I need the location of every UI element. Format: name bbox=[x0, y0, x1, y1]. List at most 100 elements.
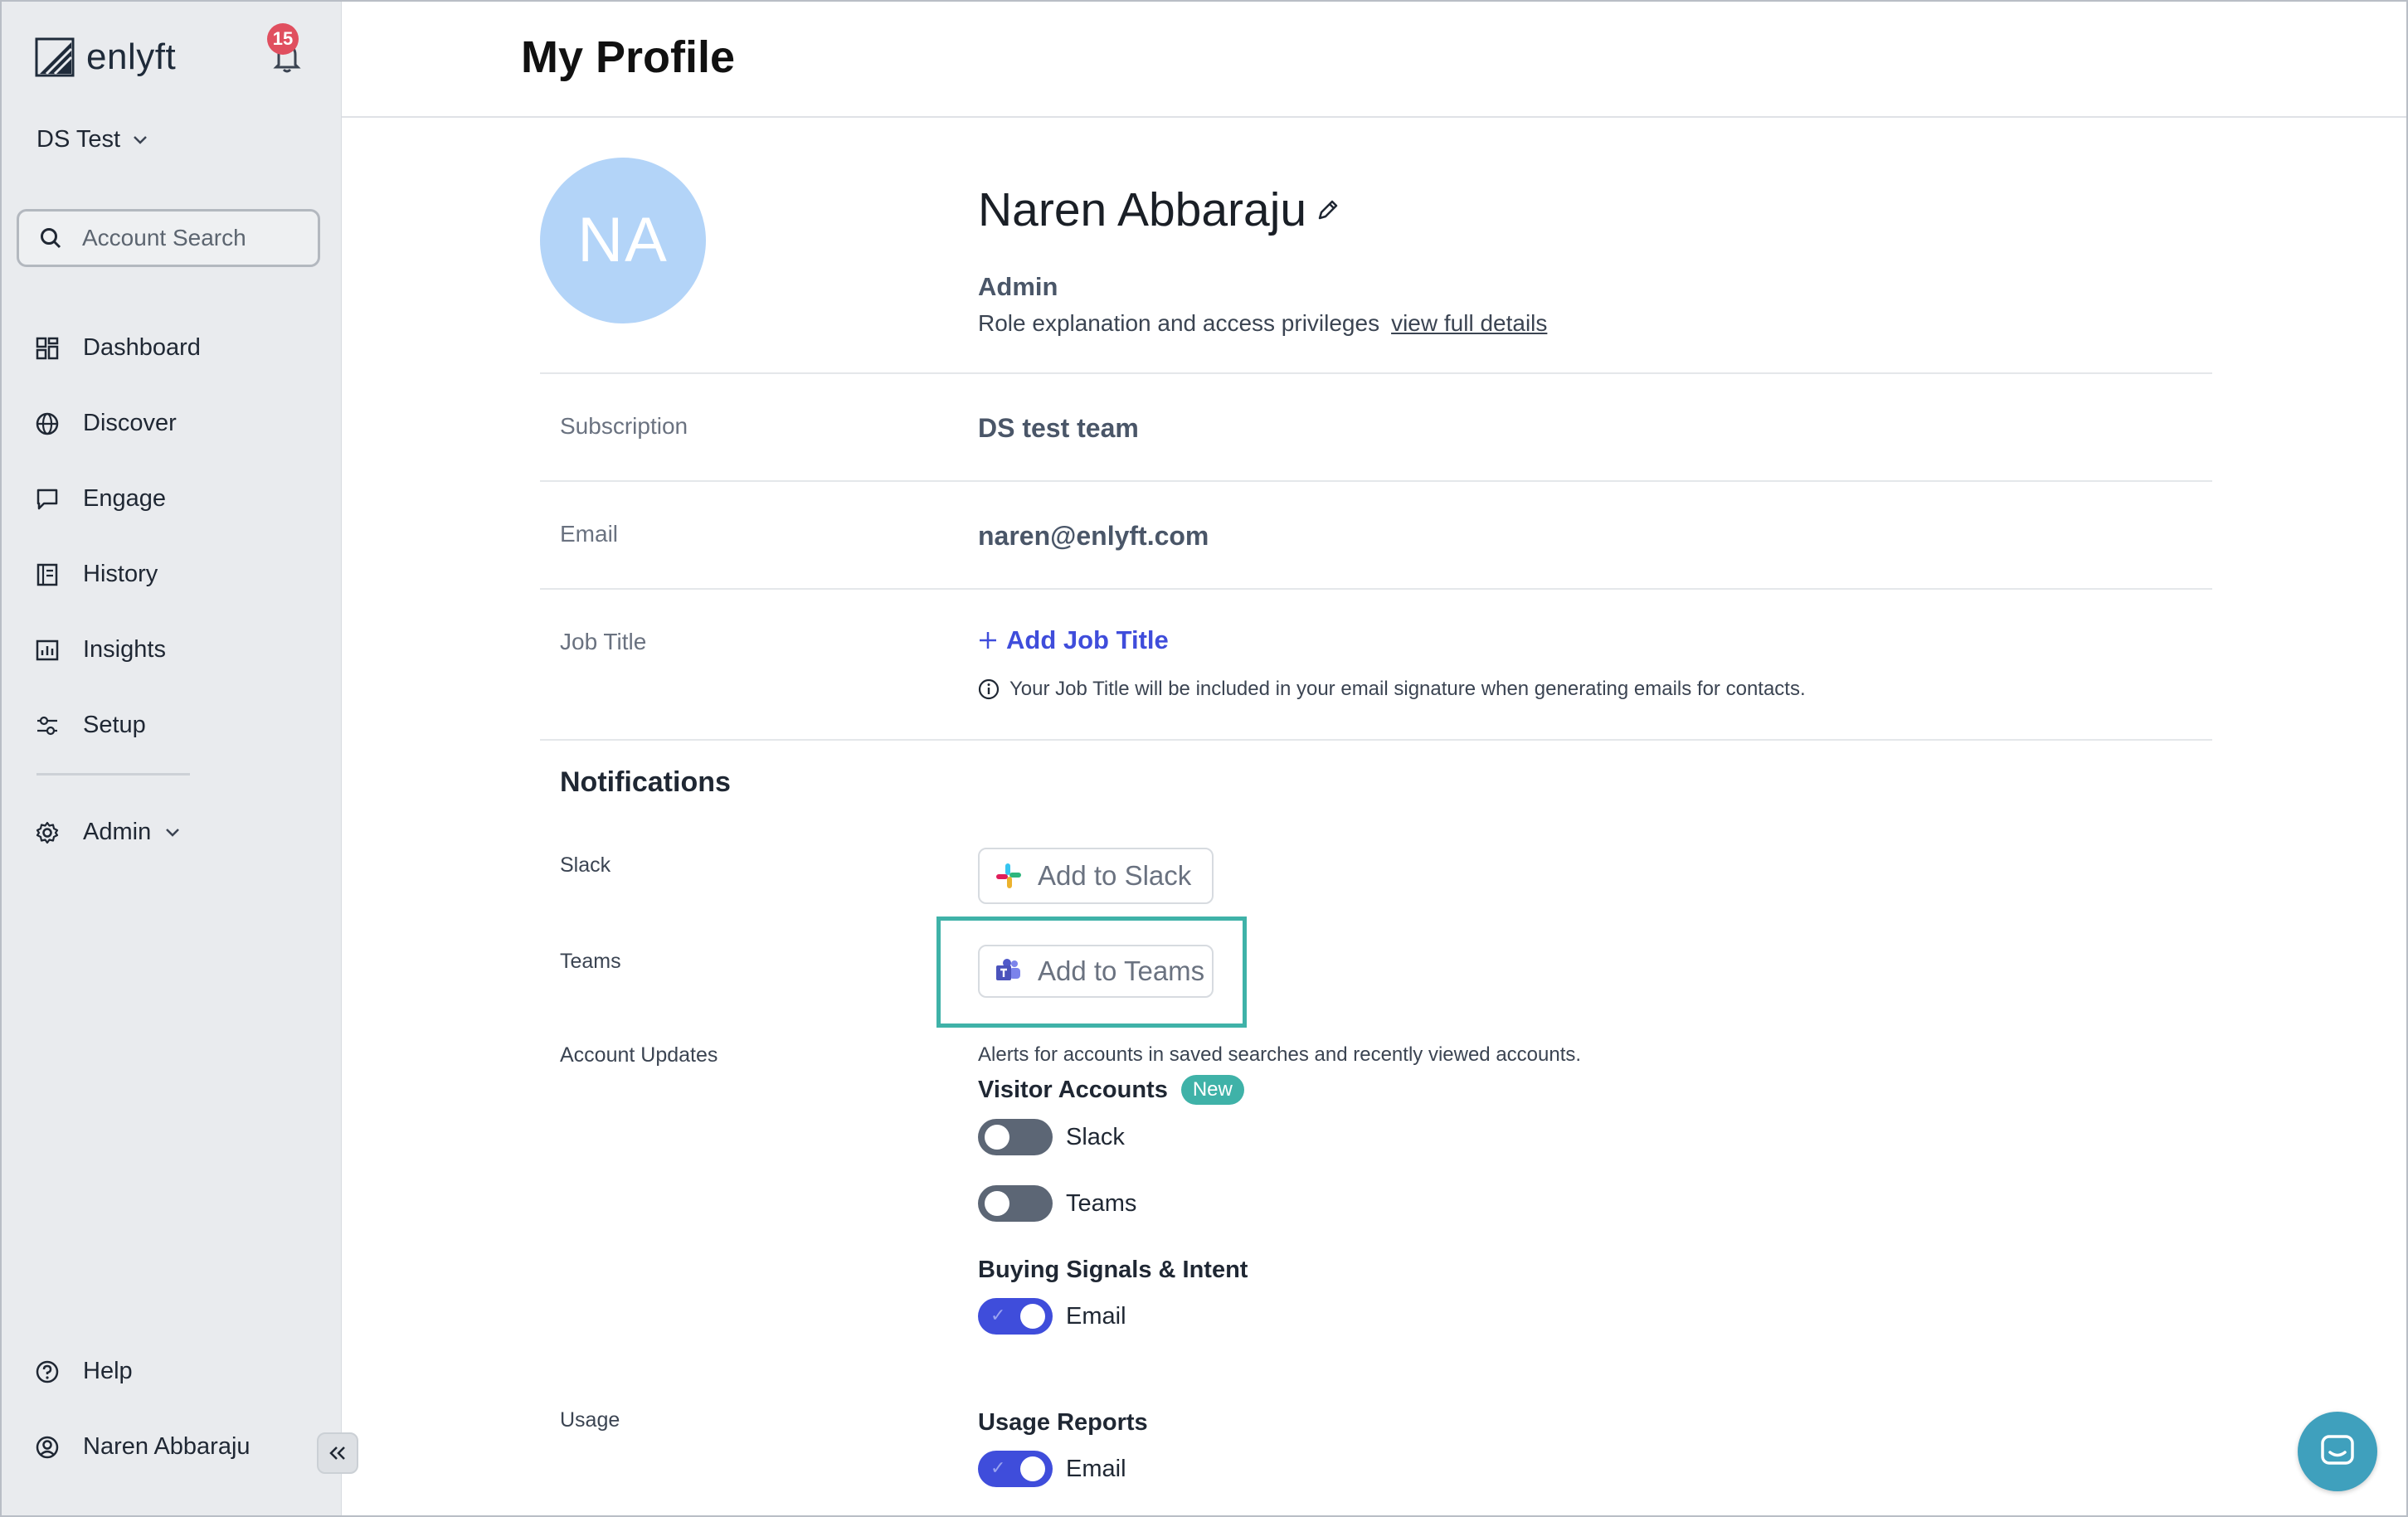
job-title-note: Your Job Title will be included in your … bbox=[978, 678, 1806, 701]
sidebar-item-user[interactable]: Naren Abbaraju bbox=[35, 1433, 251, 1461]
user-icon bbox=[36, 1436, 59, 1458]
sidebar-divider bbox=[36, 773, 190, 776]
add-to-teams-button[interactable]: Add to Teams bbox=[978, 945, 1214, 998]
avatar: NA bbox=[540, 158, 706, 323]
usage-reports-title: Usage Reports bbox=[978, 1409, 1148, 1436]
double-chevron-left-icon bbox=[329, 1446, 345, 1460]
add-to-teams-label: Add to Teams bbox=[1038, 955, 1205, 986]
view-full-details-link[interactable]: view full details bbox=[1391, 310, 1547, 336]
globe-icon bbox=[36, 412, 59, 435]
sidebar-item-admin[interactable]: Admin bbox=[35, 819, 181, 846]
usage-email-toggle-row: ✓ Email bbox=[978, 1451, 1126, 1487]
plus-icon bbox=[980, 632, 996, 649]
divider bbox=[540, 480, 2212, 482]
job-title-note-text: Your Job Title will be included in your … bbox=[1009, 678, 1806, 700]
subscription-label: Subscription bbox=[560, 413, 688, 439]
teams-label: Teams bbox=[560, 950, 621, 973]
new-badge: New bbox=[1180, 1075, 1244, 1105]
sidebar-nav: Dashboard Discover Engage History Insigh… bbox=[35, 310, 201, 763]
insights-icon bbox=[36, 639, 59, 660]
help-icon bbox=[36, 1360, 59, 1383]
account-search[interactable] bbox=[17, 209, 320, 267]
profile-role: Admin bbox=[978, 272, 1058, 301]
slack-icon bbox=[996, 863, 1021, 888]
job-title-label: Job Title bbox=[560, 629, 647, 654]
visitor-accounts-label: Visitor Accounts bbox=[978, 1076, 1168, 1103]
sidebar-item-label: Dashboard bbox=[83, 334, 201, 361]
sidebar-item-dashboard[interactable]: Dashboard bbox=[35, 310, 201, 386]
visitor-slack-label: Slack bbox=[1066, 1123, 1125, 1150]
teams-icon bbox=[996, 959, 1020, 980]
info-icon bbox=[978, 678, 1000, 700]
buying-email-label: Email bbox=[1066, 1302, 1126, 1330]
visitor-teams-toggle[interactable] bbox=[978, 1185, 1053, 1222]
enlyft-logo-icon bbox=[35, 37, 75, 77]
buying-email-toggle-row: ✓ Email bbox=[978, 1298, 1126, 1335]
account-updates-description: Alerts for accounts in saved searches an… bbox=[978, 1043, 1582, 1066]
visitor-slack-toggle-row: Slack bbox=[978, 1119, 1125, 1155]
chat-icon bbox=[36, 489, 58, 509]
visitor-accounts-title: Visitor Accounts New bbox=[978, 1075, 1244, 1105]
usage-label: Usage bbox=[560, 1408, 620, 1432]
page-header: My Profile bbox=[342, 2, 2406, 118]
sidebar-item-label: Engage bbox=[83, 485, 166, 512]
search-input[interactable] bbox=[80, 224, 299, 252]
history-icon bbox=[36, 563, 58, 586]
notification-badge: 15 bbox=[267, 23, 299, 55]
email-value: naren@enlyft.com bbox=[978, 521, 1209, 551]
sidebar-item-setup[interactable]: Setup bbox=[35, 688, 201, 763]
buying-email-toggle[interactable]: ✓ bbox=[978, 1298, 1053, 1335]
help-label: Help bbox=[83, 1358, 133, 1384]
profile-name-text: Naren Abbaraju bbox=[978, 183, 1307, 236]
app-window: enlyft 15 DS Test Dashboard Disc bbox=[0, 0, 2408, 1517]
collapse-sidebar-button[interactable] bbox=[317, 1432, 358, 1474]
visitor-slack-toggle[interactable] bbox=[978, 1119, 1053, 1155]
logo-text: enlyft bbox=[86, 36, 177, 77]
page-title: My Profile bbox=[521, 32, 736, 82]
role-description-text: Role explanation and access privileges bbox=[978, 310, 1380, 336]
visitor-teams-toggle-row: Teams bbox=[978, 1185, 1136, 1222]
workspace-name: DS Test bbox=[36, 126, 121, 153]
usage-email-label: Email bbox=[1066, 1455, 1126, 1482]
account-updates-label: Account Updates bbox=[560, 1043, 718, 1067]
sidebar-item-history[interactable]: History bbox=[35, 537, 201, 612]
divider bbox=[540, 588, 2212, 590]
gear-icon bbox=[36, 821, 59, 844]
add-to-slack-button[interactable]: Add to Slack bbox=[978, 848, 1214, 904]
sidebar-item-engage[interactable]: Engage bbox=[35, 461, 201, 537]
chat-launcher-button[interactable] bbox=[2298, 1412, 2377, 1491]
role-description: Role explanation and access privileges vi… bbox=[978, 310, 1547, 337]
sidebar: enlyft 15 DS Test Dashboard Disc bbox=[2, 2, 342, 1515]
sidebar-item-label: Insights bbox=[83, 636, 166, 663]
sliders-icon bbox=[37, 716, 57, 735]
slack-label: Slack bbox=[560, 853, 611, 877]
pencil-icon[interactable] bbox=[1315, 197, 1341, 223]
sidebar-item-label: History bbox=[83, 561, 158, 587]
add-job-title-label: Add Job Title bbox=[1006, 625, 1169, 654]
sidebar-item-label: Setup bbox=[83, 712, 146, 738]
add-job-title-button[interactable]: Add Job Title bbox=[978, 625, 1169, 655]
buying-signals-title: Buying Signals & Intent bbox=[978, 1257, 1248, 1283]
chevron-down-icon bbox=[134, 135, 147, 144]
chat-bubble-icon bbox=[2321, 1435, 2354, 1465]
visitor-teams-label: Teams bbox=[1066, 1189, 1137, 1217]
subscription-value: DS test team bbox=[978, 413, 1139, 443]
user-name: Naren Abbaraju bbox=[83, 1433, 251, 1460]
profile-name: Naren Abbaraju bbox=[978, 182, 1341, 237]
sidebar-item-help[interactable]: Help bbox=[35, 1358, 133, 1385]
divider bbox=[540, 739, 2212, 741]
sidebar-item-label: Discover bbox=[83, 410, 177, 436]
dashboard-icon bbox=[36, 337, 59, 359]
chevron-down-icon bbox=[166, 828, 180, 837]
workspace-selector[interactable]: DS Test bbox=[36, 126, 148, 153]
divider bbox=[540, 372, 2212, 374]
search-icon bbox=[41, 228, 61, 249]
sidebar-item-discover[interactable]: Discover bbox=[35, 386, 201, 461]
sidebar-item-insights[interactable]: Insights bbox=[35, 612, 201, 688]
email-label: Email bbox=[560, 521, 619, 547]
usage-email-toggle[interactable]: ✓ bbox=[978, 1451, 1053, 1487]
add-to-slack-label: Add to Slack bbox=[1038, 860, 1192, 891]
admin-label: Admin bbox=[83, 819, 152, 845]
logo[interactable]: enlyft bbox=[35, 36, 176, 78]
notifications-title: Notifications bbox=[560, 766, 731, 798]
